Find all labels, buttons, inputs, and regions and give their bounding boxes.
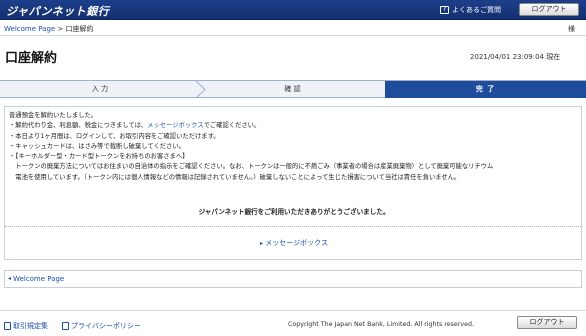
- document-icon: [4, 322, 11, 330]
- page-title: 口座解約: [5, 51, 58, 66]
- breadcrumb-home-link[interactable]: Welcome Page: [4, 25, 55, 33]
- terms-link[interactable]: 取引規定集: [4, 321, 48, 331]
- notice-line-prefix: ・解約代わり金、利息額、税金につきましては、: [9, 122, 148, 130]
- divider: [5, 226, 581, 227]
- thanks-message: ジャパンネット銀行をご利用いただきありがとうございました。: [198, 208, 390, 216]
- message-box-inline-link[interactable]: メッセージボックス: [147, 122, 203, 129]
- faq-label: よくあるご質問: [452, 6, 501, 14]
- current-datetime: 2021/04/01 23:09:04 現在: [470, 53, 561, 61]
- breadcrumb-bar: Welcome Page > 口座解約 様: [0, 20, 586, 36]
- user-honorific: 様: [568, 25, 575, 33]
- arrow-left-icon: ◂: [8, 275, 12, 282]
- notice-line: ・本日より1ヶ月間は、ログインして、お取引内容をご確認いただけます。: [9, 132, 220, 140]
- breadcrumb-separator: >: [57, 25, 64, 33]
- notice-lines: 普通預金を解約いたしました。 ・解約代わり金、利息額、税金につきましては、メッセ…: [9, 111, 579, 183]
- logout-button[interactable]: ログアウト: [519, 3, 579, 16]
- step-input: 入 力: [91, 85, 109, 93]
- notice-line: ・【キーホルダー型・カード型トークンをお持ちのお客さまへ】: [9, 153, 189, 161]
- breadcrumb: Welcome Page > 口座解約: [4, 24, 94, 34]
- copyright-text: Copyright The Japan Net Bank, Limited. A…: [288, 321, 474, 328]
- faq-icon: ?: [440, 6, 449, 14]
- message-box-link[interactable]: ▸ メッセージボックス: [5, 238, 583, 248]
- completion-panel: 普通預金を解約いたしました。 ・解約代わり金、利息額、税金につきましては、メッセ…: [4, 106, 582, 260]
- header-bar: ジャパンネット銀行 ? よくあるご質問 ログアウト: [0, 0, 586, 20]
- title-bar: 口座解約 2021/04/01 23:09:04 現在: [0, 36, 586, 72]
- notice-line: 電池を使用しています。（トークン内には個人情報などの情報は記録されていません。）…: [9, 173, 461, 181]
- step-confirm: 確 認: [284, 85, 301, 93]
- bank-logo[interactable]: ジャパンネット銀行: [6, 3, 109, 19]
- faq-link[interactable]: ? よくあるご質問: [440, 5, 501, 15]
- logout-button-footer[interactable]: ログアウト: [517, 316, 577, 329]
- welcome-page-back-link[interactable]: ◂ Welcome Page: [4, 270, 582, 288]
- privacy-link-label: プライバシーポリシー: [71, 322, 141, 330]
- notice-line-suffix: でご確認ください。: [203, 122, 261, 130]
- progress-steps: 入 力 確 認 完 了: [0, 80, 586, 98]
- privacy-policy-link[interactable]: プライバシーポリシー: [62, 321, 141, 331]
- notice-line: ・キャッシュカードは、はさみ等で裁断し破棄してください。: [9, 142, 185, 150]
- welcome-page-link-label: Welcome Page: [13, 275, 65, 283]
- notice-line: トークンの廃棄方法についてはお住まいの自治体の指示をご確認ください。なお、トーク…: [9, 163, 494, 171]
- notice-line: 普通預金を解約いたしました。: [9, 112, 98, 119]
- footer: 取引規定集 プライバシーポリシー Copyright The Japan Net…: [0, 310, 586, 336]
- notice-line: ・解約代わり金、利息額、税金につきましては、メッセージボックスでご確認ください。: [9, 121, 579, 131]
- document-icon: [62, 322, 69, 330]
- breadcrumb-current: 口座解約: [65, 25, 94, 33]
- message-box-link-label: メッセージボックス: [265, 239, 328, 247]
- step-complete: 完 了: [385, 81, 586, 98]
- terms-link-label: 取引規定集: [13, 322, 48, 330]
- arrow-right-icon: ▸: [260, 240, 264, 247]
